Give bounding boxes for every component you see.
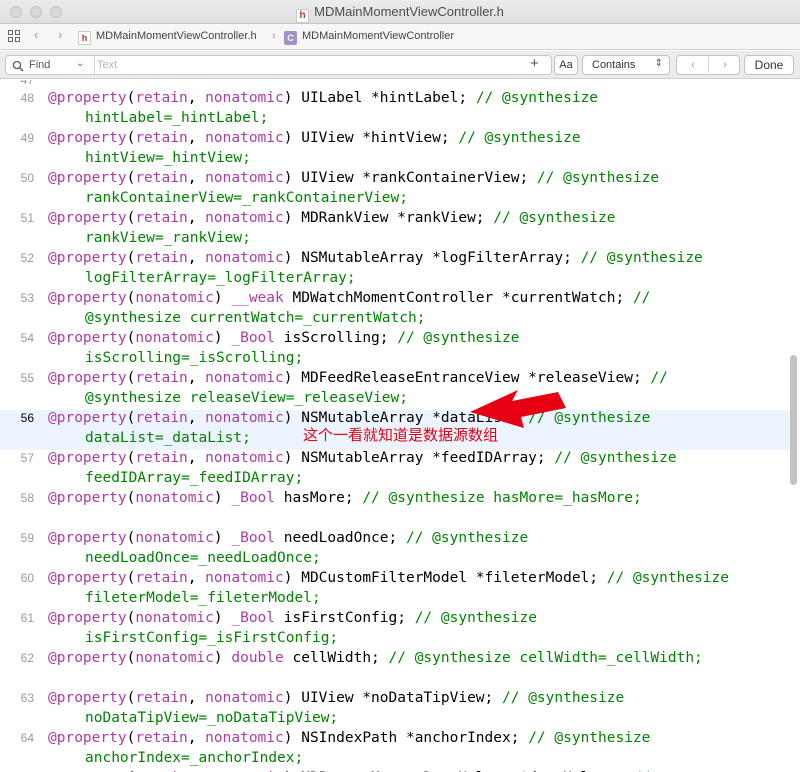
annotation-text: 这个一看就知道是数据源数组 (303, 426, 499, 444)
annotation-arrow (470, 390, 566, 428)
